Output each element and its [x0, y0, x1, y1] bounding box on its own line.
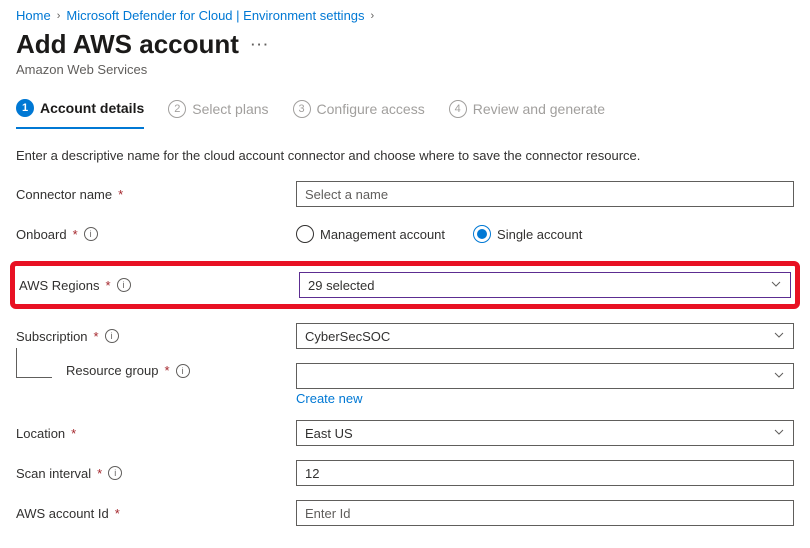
- highlight-aws-regions: AWS Regions * i 29 selected: [10, 261, 800, 309]
- info-icon[interactable]: i: [108, 466, 122, 480]
- row-location: Location * East US: [16, 420, 794, 446]
- wizard-tabs: 1 Account details 2 Select plans 3 Confi…: [16, 93, 794, 130]
- chevron-down-icon: [773, 426, 785, 441]
- radio-icon: [473, 225, 491, 243]
- row-scan-interval: Scan interval * i: [16, 460, 794, 486]
- label-location: Location: [16, 426, 65, 441]
- tab-select-plans[interactable]: 2 Select plans: [168, 93, 268, 129]
- tab-label: Configure access: [317, 101, 425, 117]
- tab-configure-access[interactable]: 3 Configure access: [293, 93, 425, 129]
- info-icon[interactable]: i: [176, 364, 190, 378]
- tab-step-icon: 2: [168, 100, 186, 118]
- aws-regions-select[interactable]: 29 selected: [299, 272, 791, 298]
- label-subscription: Subscription: [16, 329, 88, 344]
- tree-connector-icon: [16, 348, 52, 378]
- intro-text: Enter a descriptive name for the cloud a…: [16, 148, 794, 163]
- row-aws-regions: AWS Regions * i 29 selected: [19, 272, 791, 298]
- tab-step-icon: 1: [16, 99, 34, 117]
- chevron-down-icon: [773, 369, 785, 384]
- required-icon: *: [165, 363, 170, 378]
- chevron-down-icon: [770, 278, 782, 293]
- label-connector-name: Connector name: [16, 187, 112, 202]
- radio-management-account[interactable]: Management account: [296, 225, 445, 243]
- label-aws-regions: AWS Regions: [19, 278, 99, 293]
- radio-label: Management account: [320, 227, 445, 242]
- connector-name-input[interactable]: [296, 181, 794, 207]
- chevron-right-icon: ›: [57, 10, 61, 22]
- tab-review-generate[interactable]: 4 Review and generate: [449, 93, 605, 129]
- select-value: CyberSecSOC: [305, 329, 390, 344]
- select-value: East US: [305, 426, 353, 441]
- select-value: 29 selected: [308, 278, 375, 293]
- required-icon: *: [118, 187, 123, 202]
- chevron-down-icon: [773, 329, 785, 344]
- breadcrumb-parent[interactable]: Microsoft Defender for Cloud | Environme…: [66, 8, 364, 23]
- aws-account-id-input[interactable]: [296, 500, 794, 526]
- tab-step-icon: 4: [449, 100, 467, 118]
- label-scan-interval: Scan interval: [16, 466, 91, 481]
- radio-single-account[interactable]: Single account: [473, 225, 582, 243]
- info-icon[interactable]: i: [105, 329, 119, 343]
- breadcrumb-home[interactable]: Home: [16, 8, 51, 23]
- info-icon[interactable]: i: [117, 278, 131, 292]
- page-title: Add AWS account: [16, 29, 239, 60]
- info-icon[interactable]: i: [84, 227, 98, 241]
- breadcrumb: Home › Microsoft Defender for Cloud | En…: [16, 8, 794, 23]
- radio-label: Single account: [497, 227, 582, 242]
- required-icon: *: [73, 227, 78, 242]
- row-resource-group: Resource group * i Create new: [16, 363, 794, 406]
- required-icon: *: [71, 426, 76, 441]
- label-resource-group: Resource group: [66, 363, 159, 378]
- tab-step-icon: 3: [293, 100, 311, 118]
- page-subtitle: Amazon Web Services: [16, 62, 794, 77]
- required-icon: *: [105, 278, 110, 293]
- onboard-radio-group: Management account Single account: [296, 225, 794, 243]
- label-onboard: Onboard: [16, 227, 67, 242]
- row-aws-account-id: AWS account Id *: [16, 500, 794, 526]
- required-icon: *: [97, 466, 102, 481]
- row-subscription: Subscription * i CyberSecSOC: [16, 323, 794, 349]
- chevron-right-icon: ›: [371, 10, 375, 22]
- tab-account-details[interactable]: 1 Account details: [16, 93, 144, 129]
- row-connector-name: Connector name *: [16, 181, 794, 207]
- row-onboard: Onboard * i Management account Single ac…: [16, 221, 794, 247]
- tab-label: Review and generate: [473, 101, 605, 117]
- radio-icon: [296, 225, 314, 243]
- subscription-select[interactable]: CyberSecSOC: [296, 323, 794, 349]
- create-new-link[interactable]: Create new: [296, 391, 362, 406]
- more-icon[interactable]: ···: [251, 37, 270, 52]
- scan-interval-input[interactable]: [296, 460, 794, 486]
- tab-label: Select plans: [192, 101, 268, 117]
- location-select[interactable]: East US: [296, 420, 794, 446]
- required-icon: *: [94, 329, 99, 344]
- tab-label: Account details: [40, 100, 144, 116]
- resource-group-select[interactable]: [296, 363, 794, 389]
